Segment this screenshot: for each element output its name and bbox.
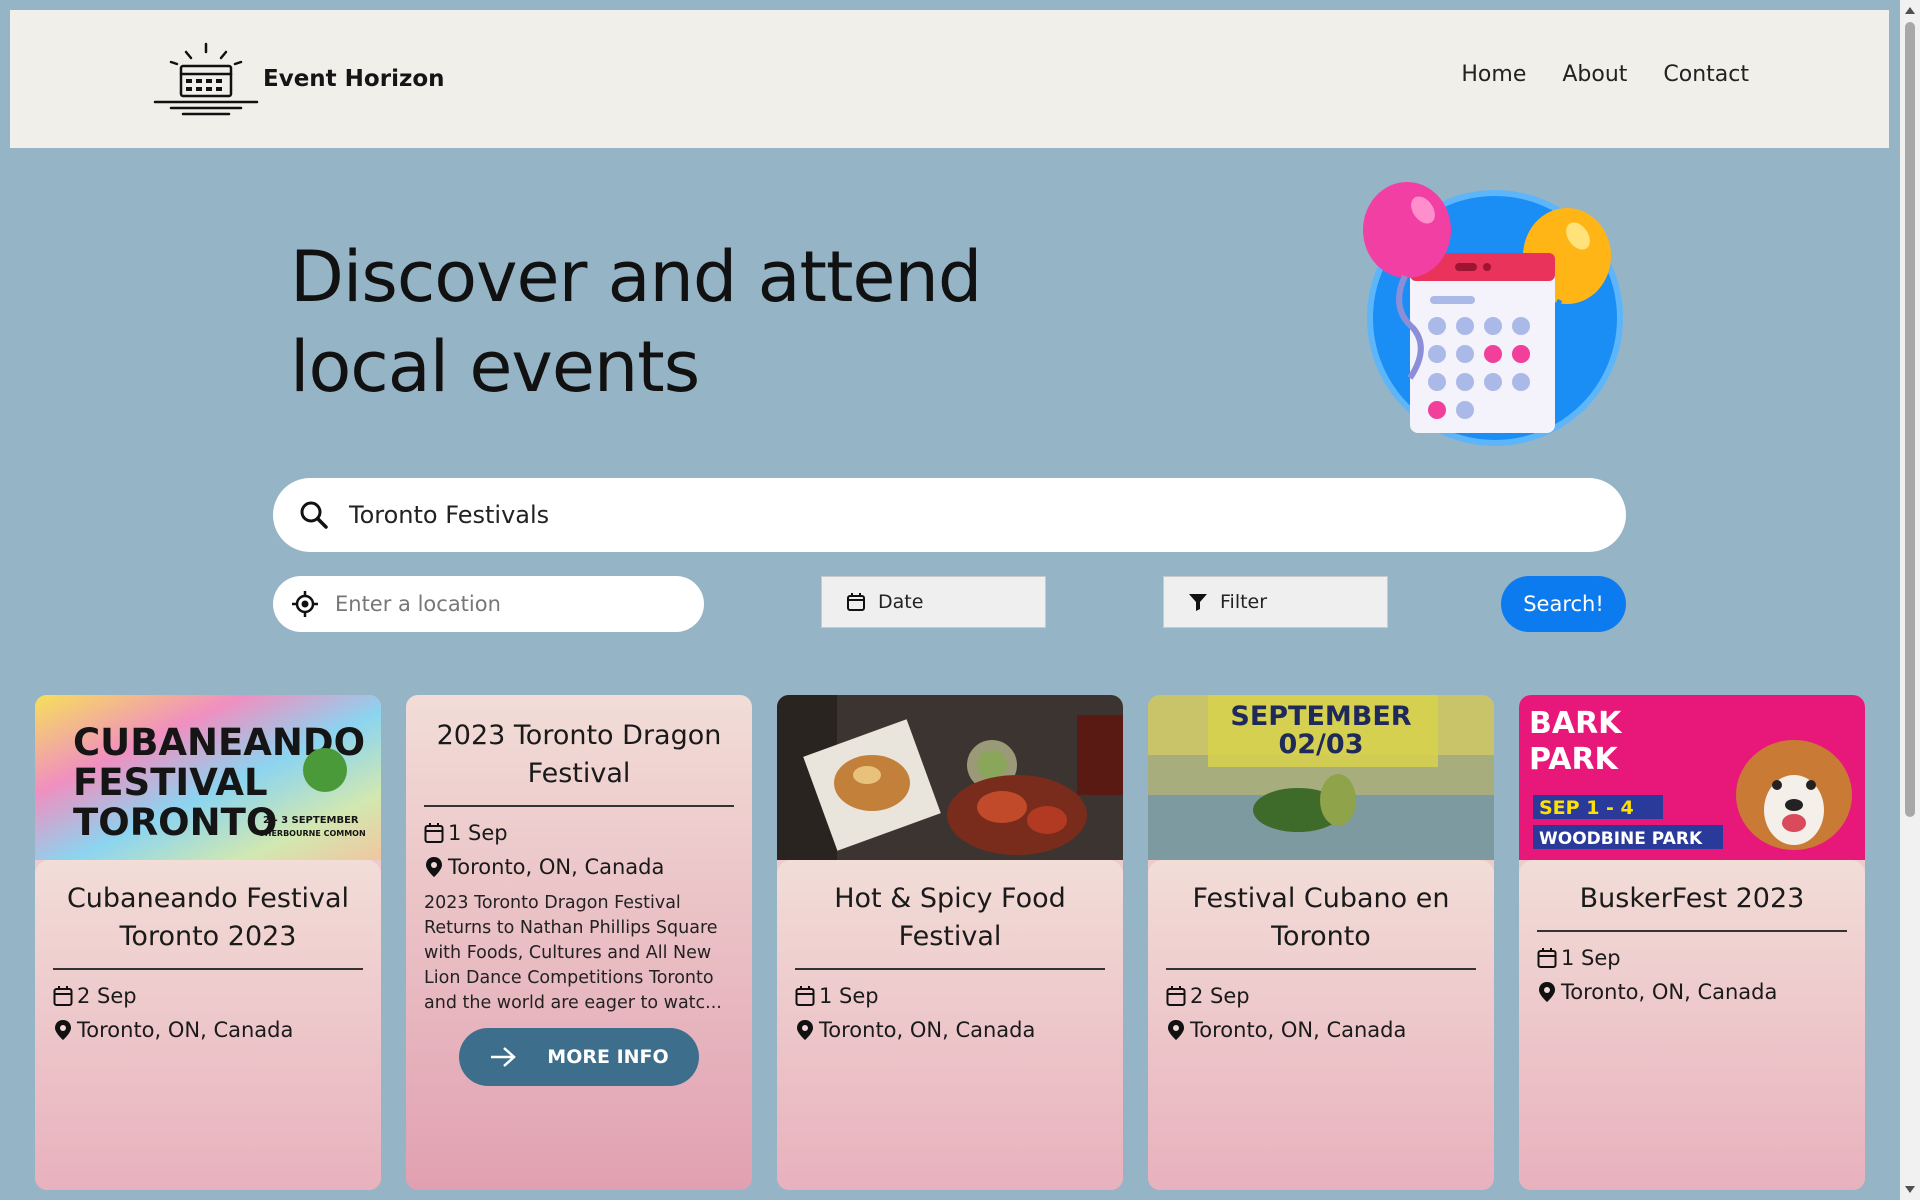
poster-line-1: BARK [1529, 706, 1623, 741]
event-card-body: Festival Cubano en Toronto 2 Sep Toronto… [1148, 860, 1494, 1190]
event-description: 2023 Toronto Dragon Festival Returns to … [424, 893, 722, 1013]
poster-line-2: 02/03 [1278, 729, 1363, 760]
calendar-icon [1166, 986, 1186, 1006]
map-pin-icon [55, 1020, 71, 1040]
event-location-text: Toronto, ON, Canada [448, 855, 665, 879]
hero-title-line2: local events [290, 326, 700, 408]
event-location-text: Toronto, ON, Canada [819, 1018, 1036, 1042]
poster-venue: WOODBINE PARK [1539, 829, 1703, 849]
filter-funnel-icon [1189, 594, 1207, 611]
location-target-icon [292, 591, 318, 617]
event-card[interactable]: BARK PARK SEP 1 - 4 WOODBINE PARK Busker… [1519, 695, 1865, 1190]
event-food-image [777, 695, 1123, 860]
event-location-text: Toronto, ON, Canada [77, 1018, 294, 1042]
brand-logo-link[interactable]: Event Horizon [153, 40, 445, 118]
event-date: 1 Sep [1537, 946, 1847, 970]
event-card-body: Hot & Spicy Food Festival 1 Sep Toronto,… [777, 860, 1123, 1190]
event-card[interactable]: SEPTEMBER 02/03 Festival Cubano en Toron… [1148, 695, 1494, 1190]
poster-line-2: PARK [1529, 742, 1620, 777]
search-submit-button[interactable]: Search! [1501, 576, 1626, 632]
calendar-icon [53, 986, 73, 1006]
event-title: Festival Cubano en Toronto [1166, 880, 1476, 970]
calendar-logo-icon [153, 42, 259, 116]
event-date-text: 1 Sep [448, 821, 508, 845]
event-date: 2 Sep [1166, 984, 1476, 1008]
event-card-body: 2023 Toronto Dragon Festival 1 Sep Toron… [406, 695, 752, 1190]
main-nav: Home About Contact [1461, 62, 1749, 87]
location-field[interactable] [273, 576, 704, 632]
nav-contact-link[interactable]: Contact [1663, 62, 1749, 87]
event-card[interactable]: 2023 Toronto Dragon Festival 1 Sep Toron… [406, 695, 752, 1190]
scroll-up-arrow-icon[interactable] [1905, 7, 1915, 14]
site-header: Event Horizon Home About Contact [10, 10, 1889, 148]
nav-home-link[interactable]: Home [1461, 62, 1526, 87]
filter-button-label: Filter [1220, 591, 1268, 613]
event-card-body: BuskerFest 2023 1 Sep Toronto, ON, Canad… [1519, 860, 1865, 1190]
event-title: Cubaneando Festival Toronto 2023 [53, 880, 363, 970]
event-date: 1 Sep [424, 821, 734, 845]
date-button-label: Date [878, 591, 924, 613]
event-location-text: Toronto, ON, Canada [1561, 980, 1778, 1004]
event-poster-image: SEPTEMBER 02/03 [1148, 695, 1494, 860]
event-date-text: 2 Sep [1190, 984, 1250, 1008]
calendar-balloons-illustration [1363, 182, 1623, 446]
event-location: Toronto, ON, Canada [795, 1018, 1105, 1042]
calendar-icon [847, 593, 865, 611]
calendar-icon [795, 986, 815, 1006]
nav-about-link[interactable]: About [1562, 62, 1627, 87]
hero-title: Discover and attend local events [290, 232, 1010, 412]
event-title: 2023 Toronto Dragon Festival [424, 717, 734, 807]
search-bar[interactable] [273, 478, 1626, 552]
arrow-right-icon [491, 1047, 517, 1067]
scrollbar-thumb[interactable] [1905, 22, 1915, 817]
poster-venue: SHERBOURNE COMMON [259, 829, 366, 838]
event-card-body: Cubaneando Festival Toronto 2023 2 Sep T… [35, 860, 381, 1190]
event-date-text: 1 Sep [819, 984, 879, 1008]
map-pin-icon [1539, 982, 1555, 1002]
calendar-icon [1537, 948, 1557, 968]
event-title: Hot & Spicy Food Festival [795, 880, 1105, 970]
page-scrollbar[interactable] [1900, 0, 1920, 1200]
event-location: Toronto, ON, Canada [1166, 1018, 1476, 1042]
scroll-down-arrow-icon[interactable] [1905, 1186, 1915, 1193]
event-date-text: 1 Sep [1561, 946, 1621, 970]
date-button[interactable]: Date [821, 576, 1046, 628]
event-card[interactable]: CUBANEANDO FESTIVAL TORONTO 2 - 3 SEPTEM… [35, 695, 381, 1190]
event-date: 1 Sep [795, 984, 1105, 1008]
event-date-text: 2 Sep [77, 984, 137, 1008]
event-poster-image: BARK PARK SEP 1 - 4 WOODBINE PARK [1519, 695, 1865, 860]
event-location: Toronto, ON, Canada [1537, 980, 1847, 1004]
search-icon [300, 501, 328, 529]
calendar-icon [424, 823, 444, 843]
brand-name: Event Horizon [263, 66, 445, 92]
filter-button[interactable]: Filter [1163, 576, 1388, 628]
event-date: 2 Sep [53, 984, 363, 1008]
event-location: Toronto, ON, Canada [53, 1018, 363, 1042]
poster-date: SEP 1 - 4 [1539, 797, 1634, 819]
event-location: Toronto, ON, Canada [424, 855, 734, 879]
event-location-text: Toronto, ON, Canada [1190, 1018, 1407, 1042]
poster-line-2: FESTIVAL [73, 761, 268, 804]
event-poster-image: CUBANEANDO FESTIVAL TORONTO 2 - 3 SEPTEM… [35, 695, 381, 860]
event-title: BuskerFest 2023 [1537, 880, 1847, 932]
poster-line-1: SEPTEMBER [1230, 701, 1411, 732]
poster-line-3: TORONTO [73, 801, 277, 844]
poster-date: 2 - 3 SEPTEMBER [263, 815, 359, 826]
hero-title-line1: Discover and attend [290, 236, 982, 318]
map-pin-icon [797, 1020, 813, 1040]
location-input[interactable] [335, 592, 675, 616]
event-card[interactable]: Hot & Spicy Food Festival 1 Sep Toronto,… [777, 695, 1123, 1190]
search-input[interactable] [349, 501, 1549, 529]
more-info-label: MORE INFO [547, 1046, 669, 1068]
map-pin-icon [426, 857, 442, 877]
more-info-button[interactable]: MORE INFO [459, 1028, 699, 1086]
map-pin-icon [1168, 1020, 1184, 1040]
